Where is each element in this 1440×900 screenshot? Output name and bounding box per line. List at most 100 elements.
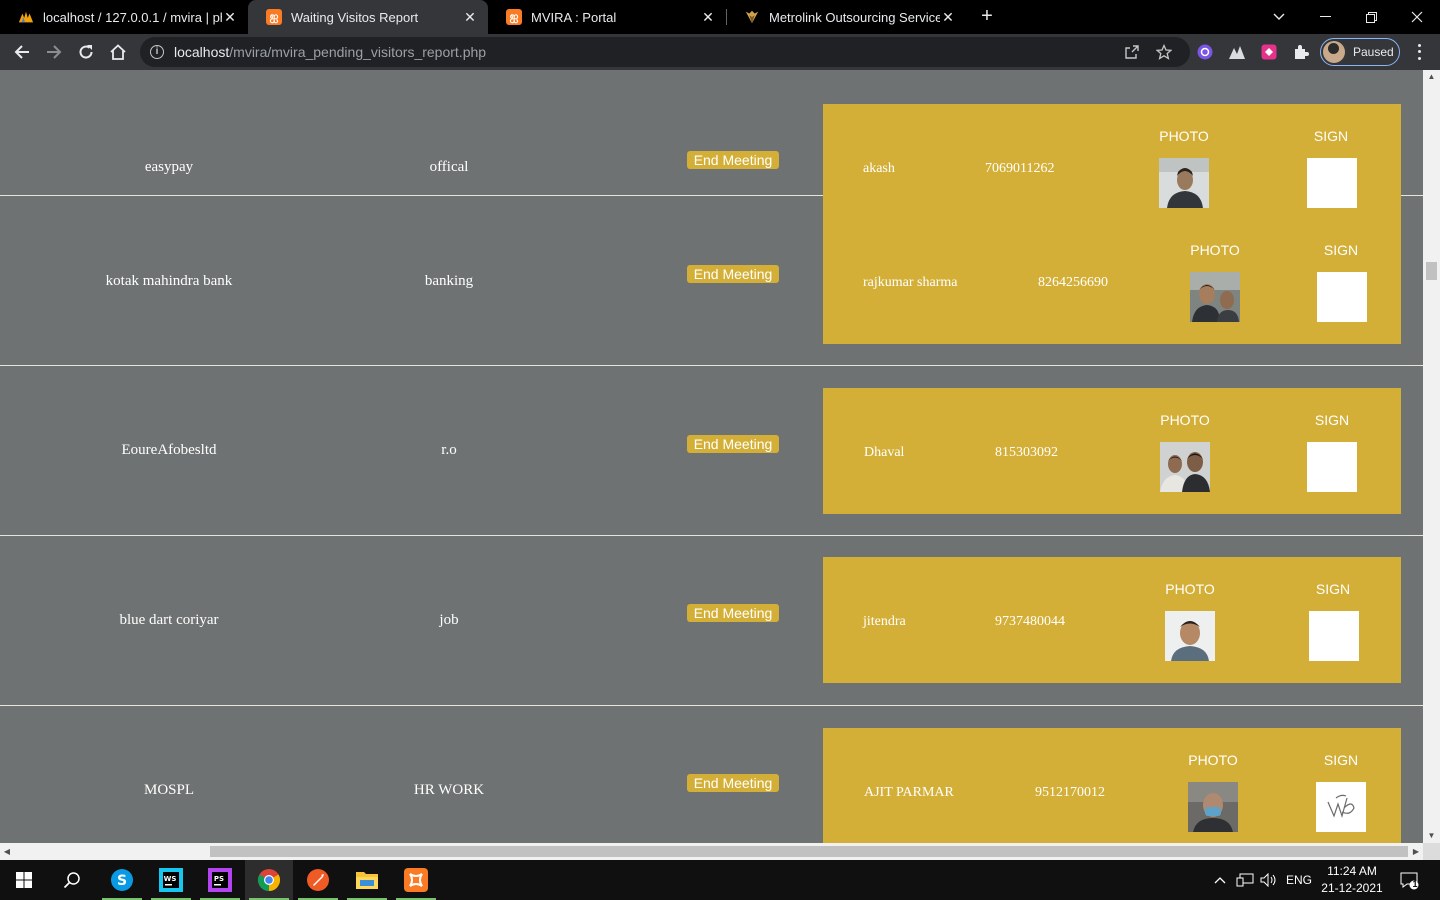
back-button[interactable] xyxy=(10,40,34,64)
extension-screenshot-icon[interactable] xyxy=(1260,43,1278,61)
report-page: easypay offical End Meeting akash 706901… xyxy=(0,70,1423,843)
end-meeting-button[interactable]: End Meeting xyxy=(687,151,779,169)
company-cell: MOSPL xyxy=(143,782,195,798)
purpose-cell: job xyxy=(439,612,459,628)
tab-title: Metrolink Outsourcing Services | xyxy=(769,9,940,25)
windows-start-icon[interactable] xyxy=(0,860,48,900)
visitor-details-panel: AJIT PARMAR 9512170012 PHOTO SIGN xyxy=(823,728,1401,843)
clock-date: 21-12-2021 xyxy=(1321,881,1383,895)
tab-title: MVIRA : Portal xyxy=(531,9,617,25)
vertical-scrollbar[interactable]: ▲ ▼ xyxy=(1423,70,1440,843)
share-icon[interactable] xyxy=(1123,43,1141,61)
address-bar[interactable]: i localhost/mvira/mvira_pending_visitors… xyxy=(140,37,1190,67)
visitor-name: akash xyxy=(863,161,895,176)
scroll-down-arrow-icon[interactable]: ▼ xyxy=(1423,829,1440,843)
table-row: EoureAfobesltd r.o End Meeting Dhaval 81… xyxy=(0,366,1423,536)
end-meeting-button[interactable]: End Meeting xyxy=(687,265,779,283)
postman-icon[interactable] xyxy=(294,860,342,900)
notification-center-icon[interactable]: 1 xyxy=(1396,860,1422,900)
svg-text:PS: PS xyxy=(214,875,224,883)
xampp-icon: ஐ xyxy=(266,9,282,25)
chrome-icon[interactable] xyxy=(245,860,293,900)
signature-box xyxy=(1309,611,1359,661)
sign-header: SIGN xyxy=(1315,581,1351,597)
visitor-name: rajkumar sharma xyxy=(863,275,958,290)
sign-header: SIGN xyxy=(1313,128,1349,144)
visitor-name: AJIT PARMAR xyxy=(864,785,954,800)
bookmark-star-icon[interactable] xyxy=(1155,43,1173,61)
visitor-photo xyxy=(1160,442,1210,492)
tab-phpmyadmin[interactable]: localhost / 127.0.0.1 / mvira | php ✕ xyxy=(0,0,248,34)
visitor-photo xyxy=(1188,782,1238,832)
visitor-name: jitendra xyxy=(863,614,906,629)
avatar xyxy=(1323,41,1345,63)
vertical-scroll-thumb[interactable] xyxy=(1426,262,1437,280)
extension-purple-icon[interactable] xyxy=(1196,43,1214,61)
end-meeting-button[interactable]: End Meeting xyxy=(687,774,779,792)
horizontal-scroll-thumb[interactable] xyxy=(210,846,1408,857)
visitor-phone: 7069011262 xyxy=(985,161,1055,176)
purpose-cell: HR WORK xyxy=(413,782,485,798)
tab-mvira-portal[interactable]: ஐ MVIRA : Portal ✕ xyxy=(488,0,726,34)
windows-taskbar: S WS PS ENG 11:24 AM 21-12-2021 1 xyxy=(0,860,1440,900)
photo-header: PHOTO xyxy=(1188,752,1238,768)
phpstorm-icon[interactable]: PS xyxy=(196,860,244,900)
visitor-phone: 9512170012 xyxy=(1035,785,1105,800)
table-row: blue dart coriyar job End Meeting jitend… xyxy=(0,536,1423,706)
xampp-icon: ஐ xyxy=(506,9,522,25)
webstorm-icon[interactable]: WS xyxy=(147,860,195,900)
reload-button[interactable] xyxy=(74,40,98,64)
close-icon[interactable]: ✕ xyxy=(462,9,478,26)
restore-button[interactable] xyxy=(1348,0,1394,34)
tab-search-chevron-icon[interactable] xyxy=(1256,0,1302,34)
signature-box xyxy=(1317,272,1367,322)
end-meeting-button[interactable]: End Meeting xyxy=(687,604,779,622)
tab-metrolink[interactable]: Metrolink Outsourcing Services | ✕ xyxy=(726,0,966,34)
signature-scribble xyxy=(1327,794,1355,819)
visitor-name: Dhaval xyxy=(864,445,905,460)
metrolink-icon xyxy=(744,9,760,25)
browser-toolbar: i localhost/mvira/mvira_pending_visitors… xyxy=(0,34,1440,70)
horizontal-scrollbar[interactable]: ◀ ▶ xyxy=(0,843,1423,860)
search-icon[interactable] xyxy=(48,860,96,900)
new-tab-button[interactable]: + xyxy=(976,5,998,27)
close-icon[interactable]: ✕ xyxy=(700,9,716,26)
xampp-icon[interactable] xyxy=(392,860,440,900)
info-icon[interactable]: i xyxy=(150,45,164,59)
purpose-cell: banking xyxy=(424,273,474,289)
purpose-cell: offical xyxy=(429,159,469,175)
purpose-cell: r.o xyxy=(441,442,457,458)
company-cell: blue dart coriyar xyxy=(119,612,219,628)
close-icon[interactable]: ✕ xyxy=(940,9,956,26)
language-indicator[interactable]: ENG xyxy=(1284,860,1314,900)
profile-button[interactable]: Paused xyxy=(1320,38,1400,66)
end-meeting-button[interactable]: End Meeting xyxy=(687,435,779,453)
profile-status: Paused xyxy=(1353,45,1394,59)
skype-icon[interactable]: S xyxy=(98,860,146,900)
tray-chevron-up-icon[interactable] xyxy=(1210,860,1230,900)
url-text[interactable]: localhost/mvira/mvira_pending_visitors_r… xyxy=(174,44,486,60)
scroll-up-arrow-icon[interactable]: ▲ xyxy=(1423,70,1440,84)
forward-button[interactable] xyxy=(42,40,66,64)
signature-box xyxy=(1316,782,1366,832)
kebab-menu-icon[interactable] xyxy=(1410,42,1428,62)
extension-mountain-icon[interactable] xyxy=(1228,43,1246,61)
tab-title: localhost / 127.0.0.1 / mvira | php xyxy=(43,9,222,25)
table-row: kotak mahindra bank banking End Meeting … xyxy=(0,196,1423,366)
scroll-left-arrow-icon[interactable]: ◀ xyxy=(0,843,14,860)
scroll-right-arrow-icon[interactable]: ▶ xyxy=(1409,843,1423,860)
close-window-button[interactable] xyxy=(1394,0,1440,34)
close-icon[interactable]: ✕ xyxy=(222,9,238,26)
file-explorer-icon[interactable] xyxy=(343,860,391,900)
volume-icon[interactable] xyxy=(1258,860,1280,900)
browser-tab-strip: localhost / 127.0.0.1 / mvira | php ✕ ஐ … xyxy=(0,0,1440,34)
photo-header: PHOTO xyxy=(1159,128,1209,144)
network-icon[interactable] xyxy=(1234,860,1256,900)
system-clock[interactable]: 11:24 AM 21-12-2021 xyxy=(1316,863,1388,897)
sign-header: SIGN xyxy=(1323,752,1359,768)
minimize-button[interactable] xyxy=(1302,0,1348,34)
home-button[interactable] xyxy=(106,40,130,64)
tab-waiting-visitors-report[interactable]: ஐ Waiting Visitos Report ✕ xyxy=(248,0,488,34)
company-cell: EoureAfobesltd xyxy=(121,442,217,458)
extensions-puzzle-icon[interactable] xyxy=(1292,43,1310,61)
